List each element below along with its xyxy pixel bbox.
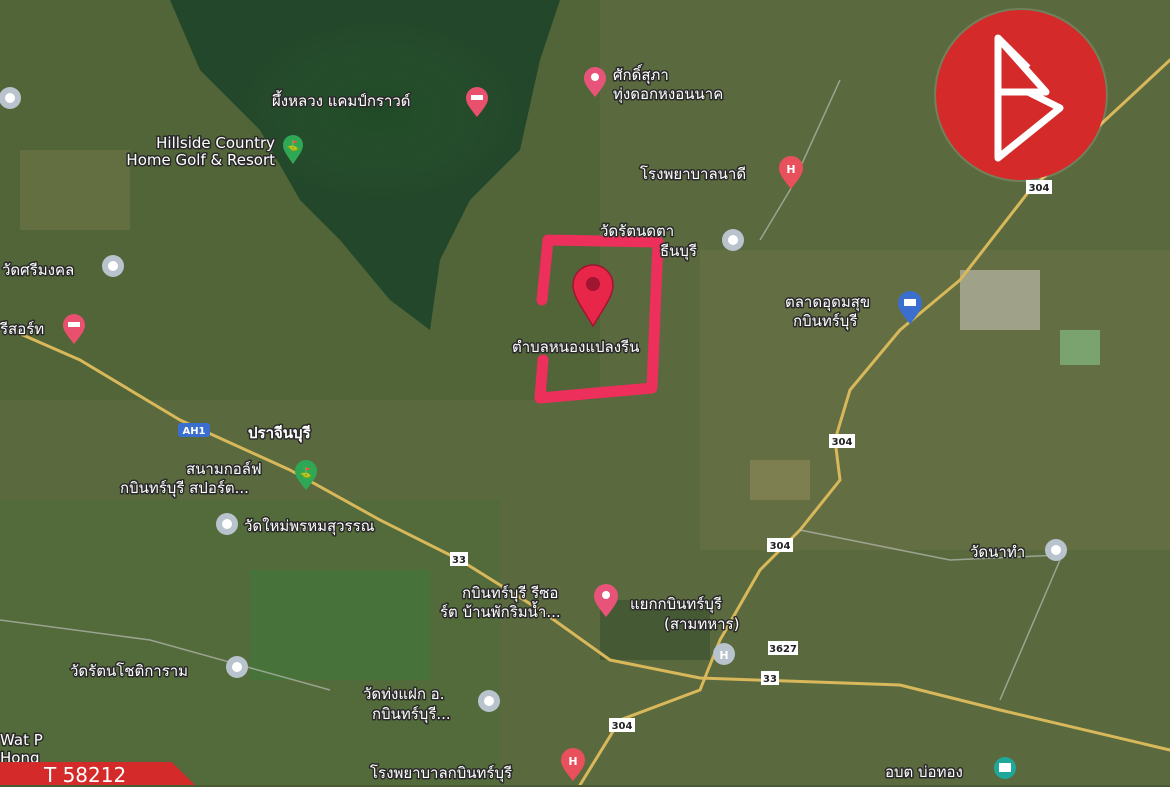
svg-text:33: 33 xyxy=(763,674,777,685)
brand-logo-icon xyxy=(994,34,1064,162)
place-label-wat-natham: วัดนาทำ xyxy=(970,543,1025,561)
place-label-hillside-1: Hillside Country xyxy=(156,134,275,152)
temple-icon xyxy=(478,690,500,712)
road-shield-33: 33 xyxy=(761,671,779,685)
road-shield-304: 304 xyxy=(767,538,793,552)
province-label-prachinburi: ปราจีนบุรี xyxy=(248,424,312,443)
place-label-kabin-rs-2: ร์ต บ้านพักริมน้ำ... xyxy=(440,601,561,621)
place-label-wat-rat-2: ธีนบุรี xyxy=(660,242,697,261)
place-label-golf-kabin-2: กบินทร์บุรี สปอร์ต... xyxy=(120,479,249,498)
place-label-nadi: โรงพยาบาลนาดี xyxy=(640,165,746,183)
place-label-kabin-hosp: โรงพยาบาลกบินทร์บุรี xyxy=(370,764,512,783)
svg-text:H: H xyxy=(568,755,577,768)
temple-icon xyxy=(102,255,124,277)
road-shield-304: 304 xyxy=(1026,180,1052,194)
place-label-kabin-rs-1: กบินทร์บุรี รีซอ xyxy=(462,584,558,603)
temple-icon xyxy=(216,513,238,535)
place-label-target: ตำบลหนองแปลงรีน xyxy=(512,338,639,356)
road-shield-3627: 3627 xyxy=(768,641,798,655)
temple-icon xyxy=(226,656,248,678)
place-label-market-1: ตลาดอุดมสุข xyxy=(785,293,870,312)
map-marker-topleft-temple[interactable] xyxy=(0,87,21,109)
place-label-junction-2: (สามทหาร) xyxy=(664,615,739,633)
svg-text:304: 304 xyxy=(832,437,853,448)
place-label-phueng: ผึ้งหลวง แคมป์กราวด์ xyxy=(272,90,411,110)
svg-text:3627: 3627 xyxy=(769,644,797,655)
place-label-resort: รีสอร์ท xyxy=(0,320,44,338)
svg-text:AH1: AH1 xyxy=(182,426,205,437)
svg-text:H: H xyxy=(719,649,728,662)
svg-text:304: 304 xyxy=(770,541,791,552)
listing-code: T 58212 xyxy=(44,763,127,787)
place-label-hillside-2: Home Golf & Resort xyxy=(126,151,275,169)
road-shield-33: 33 xyxy=(450,552,468,566)
svg-text:33: 33 xyxy=(452,555,466,566)
temple-icon xyxy=(0,87,21,109)
place-label-wat-rat-1: วัดรัตนดตา xyxy=(600,222,674,240)
brand-logo xyxy=(936,10,1106,180)
place-label-watp-1: Wat P xyxy=(0,731,43,749)
place-label-obt: อบต บ่อทอง xyxy=(885,763,963,781)
place-label-market-2: กบินทร์บุรี xyxy=(793,312,857,331)
svg-text:304: 304 xyxy=(612,721,633,732)
place-label-wat-thongfak-1: วัดท่งแฝก อ. xyxy=(363,685,444,703)
listing-code-tag: T 58212 xyxy=(0,762,195,785)
place-label-saksit-2: ทุ่งดอกหงอนนาค xyxy=(613,85,723,104)
road-shield-304: 304 xyxy=(829,434,855,448)
place-label-wat-ratchot: วัดรัตนโชติการาม xyxy=(70,662,188,680)
road-shield-304: 304 xyxy=(609,718,635,732)
svg-text:⛳: ⛳ xyxy=(287,139,299,152)
place-label-golf-kabin-1: สนามกอล์ฟ xyxy=(186,460,262,478)
temple-icon xyxy=(722,229,744,251)
temple-icon xyxy=(1045,539,1067,561)
place-label-saksit-1: ศักดิ์สุภา xyxy=(613,64,669,85)
place-label-wat-thongfak-2: กบินทร์บุรี... xyxy=(372,705,451,724)
svg-text:⛳: ⛳ xyxy=(300,466,312,479)
transit-icon[interactable]: H xyxy=(713,643,735,665)
map-marker-wat-natham[interactable]: วัดนาทำ xyxy=(969,539,1067,563)
place-label-wat-srimongkol: วัดศรีมงคล xyxy=(2,261,74,279)
svg-text:304: 304 xyxy=(1029,183,1050,194)
government-icon xyxy=(994,757,1016,779)
place-label-junction-1: แยกกบินทร์บุรี xyxy=(630,595,722,614)
place-label-wat-mai: วัดใหม่พรหมสุวรรณ xyxy=(244,517,375,536)
road-shield-ah1: AH1 xyxy=(178,423,210,437)
svg-text:H: H xyxy=(786,163,795,176)
